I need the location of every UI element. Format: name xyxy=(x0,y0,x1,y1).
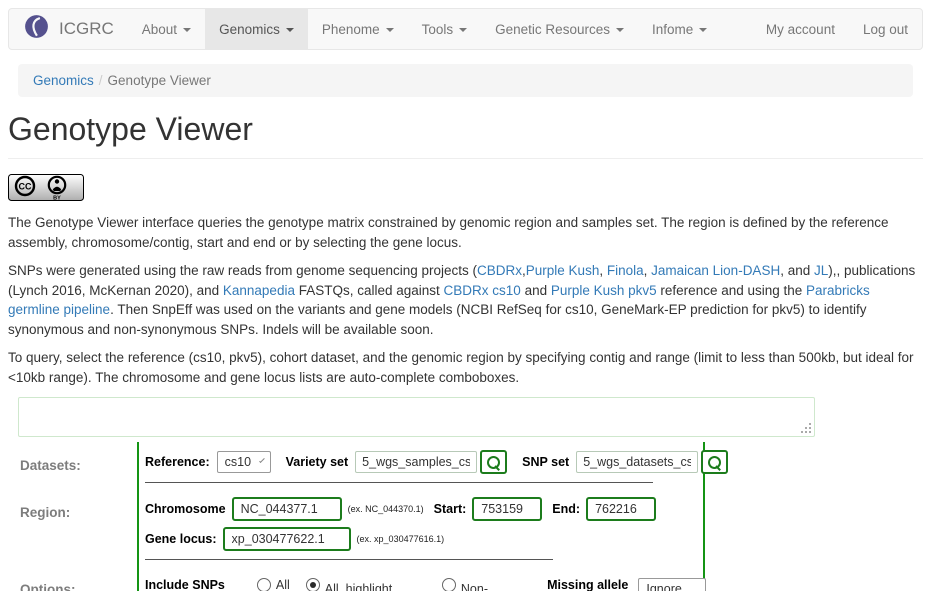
main-menu: About Genomics Phenome Tools Genetic Res… xyxy=(128,9,721,49)
intro-paragraph-3: To query, select the reference (cs10, pk… xyxy=(8,348,923,387)
chevron-down-icon xyxy=(286,28,294,32)
options-row-label: Options: xyxy=(8,566,137,591)
intro-text: The Genotype Viewer interface queries th… xyxy=(8,213,923,388)
chromosome-input[interactable] xyxy=(232,497,342,521)
end-input[interactable] xyxy=(586,497,656,521)
row-divider xyxy=(145,482,653,483)
gene-locus-hint: (ex. xp_030477616.1) xyxy=(357,534,445,544)
nav-item-genomics[interactable]: Genomics xyxy=(205,9,308,49)
radio-icon[interactable] xyxy=(442,578,456,591)
variety-set-label: Variety set xyxy=(286,455,349,469)
account-menu: My account Log out xyxy=(752,9,922,49)
variety-set-search-button[interactable] xyxy=(480,450,507,474)
options-row: Include SNPs All All, highlightNonsynony… xyxy=(137,566,705,591)
nav-item-tools[interactable]: Tools xyxy=(408,9,482,49)
region-textarea[interactable] xyxy=(18,397,815,437)
missing-allele-select[interactable]: Ignore in count xyxy=(638,578,705,591)
intro-paragraph-2: SNPs were generated using the raw reads … xyxy=(8,261,923,339)
radio-icon[interactable] xyxy=(257,578,271,591)
jl-link[interactable]: JL xyxy=(814,263,828,278)
nav-item-about[interactable]: About xyxy=(128,9,205,49)
kannapedia-link[interactable]: Kannapedia xyxy=(223,283,295,298)
gene-locus-label: Gene locus: xyxy=(145,532,217,546)
datasets-row-label: Datasets: xyxy=(8,442,137,489)
purple-kush-pkv5-link[interactable]: Purple Kush pkv5 xyxy=(551,283,657,298)
radio-checked-icon[interactable] xyxy=(306,578,320,591)
breadcrumb-current: Genotype Viewer xyxy=(108,73,211,88)
brand-home-link[interactable]: ICGRC xyxy=(9,9,128,49)
brand-label: ICGRC xyxy=(59,19,114,39)
start-input[interactable] xyxy=(472,497,542,521)
purple-kush-link[interactable]: Purple Kush xyxy=(526,263,600,278)
svg-text:BY: BY xyxy=(53,196,61,202)
chevron-down-icon xyxy=(616,28,624,32)
chevron-down-icon xyxy=(183,28,191,32)
start-label: Start: xyxy=(434,502,467,516)
radio-option-nonsynonymous[interactable]: Non-synonymousonly xyxy=(442,578,531,591)
snp-set-input[interactable] xyxy=(576,451,698,473)
query-form: Datasets: Reference: cs10 Variety set SN… xyxy=(8,442,923,591)
missing-allele-label: Missing allele xyxy=(547,578,628,591)
chevron-down-icon xyxy=(699,28,707,32)
cbdrx-cs10-link[interactable]: CBDRx cs10 xyxy=(444,283,521,298)
reference-select[interactable]: cs10 xyxy=(217,451,271,473)
snp-set-search-button[interactable] xyxy=(701,450,728,474)
snp-set-label: SNP set xyxy=(522,455,569,469)
nav-item-my-account[interactable]: My account xyxy=(752,9,849,49)
variety-set-input[interactable] xyxy=(355,451,477,473)
jamaican-lion-dash-link[interactable]: Jamaican Lion-DASH xyxy=(651,263,780,278)
include-snps-label: Include SNPs xyxy=(145,578,225,591)
radio-option-all-highlight[interactable]: All, highlightNonsynonymous xyxy=(306,578,418,591)
row-divider xyxy=(145,559,553,560)
region-row-label: Region: xyxy=(8,489,137,566)
chromosome-label: Chromosome xyxy=(145,502,226,516)
nav-item-genetic-resources[interactable]: Genetic Resources xyxy=(481,9,638,49)
resize-grip-icon[interactable] xyxy=(801,423,812,434)
chevron-down-icon xyxy=(259,457,264,462)
end-label: End: xyxy=(552,502,580,516)
breadcrumb-genomics-link[interactable]: Genomics xyxy=(33,73,94,88)
intro-paragraph-1: The Genotype Viewer interface queries th… xyxy=(8,213,923,252)
page-title: Genotype Viewer xyxy=(8,111,923,159)
chromosome-hint: (ex. NC_044370.1) xyxy=(348,504,424,514)
region-row: Chromosome (ex. NC_044370.1) Start: End:… xyxy=(137,489,705,566)
top-navbar: ICGRC About Genomics Phenome Tools Genet… xyxy=(8,8,923,50)
icgrc-logo-icon xyxy=(23,13,50,45)
breadcrumb-separator: / xyxy=(94,73,108,88)
finola-link[interactable]: Finola xyxy=(607,263,644,278)
nav-item-infome[interactable]: Infome xyxy=(638,9,721,49)
chevron-down-icon xyxy=(386,28,394,32)
nav-item-phenome[interactable]: Phenome xyxy=(308,9,408,49)
gene-locus-input[interactable] xyxy=(223,527,351,551)
svg-text:CC: CC xyxy=(19,182,32,192)
datasets-row: Reference: cs10 Variety set SNP set xyxy=(137,442,705,489)
cc-by-license-badge[interactable]: CC BY xyxy=(8,174,84,204)
nav-item-log-out[interactable]: Log out xyxy=(849,9,922,49)
chevron-down-icon xyxy=(459,28,467,32)
cbdrx-link[interactable]: CBDRx xyxy=(477,263,522,278)
breadcrumb: Genomics/Genotype Viewer xyxy=(18,64,913,97)
reference-label: Reference: xyxy=(145,455,210,469)
radio-option-all[interactable]: All xyxy=(257,578,290,591)
